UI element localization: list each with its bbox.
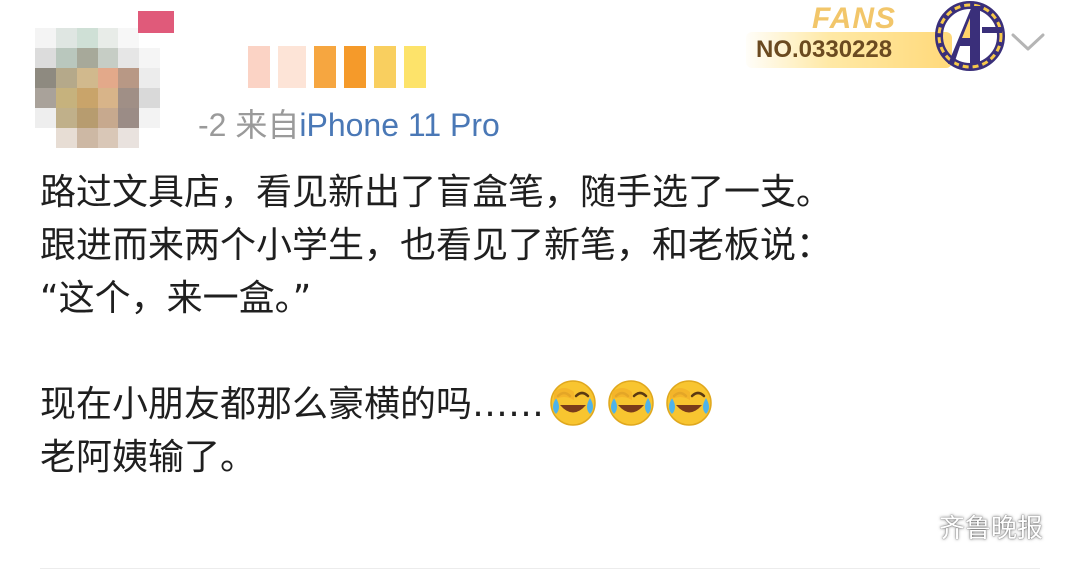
post-line-4: 现在小朋友都那么豪横的吗……: [40, 378, 1040, 431]
post-body: 路过文具店，看见新出了盲盒笔，随手选了一支。 跟进而来两个小学生，也看见了新笔，…: [40, 166, 1040, 484]
laugh-cry-emoji-icon: [666, 380, 712, 426]
source-prefix: 来自: [235, 107, 300, 143]
emoji-row: [548, 378, 714, 428]
chevron-down-icon[interactable]: [1010, 30, 1046, 54]
fans-badge[interactable]: FANS NO.0330228: [740, 0, 1010, 72]
divider: [40, 568, 1040, 569]
avatar[interactable]: [35, 28, 160, 148]
post-line-5: 老阿姨输了。: [40, 437, 257, 478]
post-line-4-text: 现在小朋友都那么豪横的吗……: [40, 384, 545, 425]
post-time: -2: [198, 107, 227, 143]
watermark-text: 齐鲁晚报: [939, 514, 1044, 544]
laugh-cry-emoji-icon: [608, 380, 654, 426]
post-line-3: “这个，来一盒。”: [40, 278, 312, 319]
source-device[interactable]: iPhone 11 Pro: [299, 107, 499, 143]
post-line-2: 跟进而来两个小学生，也看见了新笔，和老板说：: [40, 225, 833, 266]
fans-label: FANS: [812, 2, 897, 35]
post-meta: -2 来自iPhone 11 Pro: [198, 100, 500, 146]
post-line-1: 路过文具店，看见新出了盲盒笔，随手选了一支。: [40, 172, 833, 213]
wechat-icon: [895, 511, 932, 541]
avengers-a-emblem-icon: [935, 1, 1005, 71]
laugh-cry-emoji-icon: [550, 380, 596, 426]
username[interactable]: [248, 46, 426, 88]
avatar-badge: [138, 11, 174, 33]
watermark: 齐鲁晚报: [895, 508, 1043, 545]
